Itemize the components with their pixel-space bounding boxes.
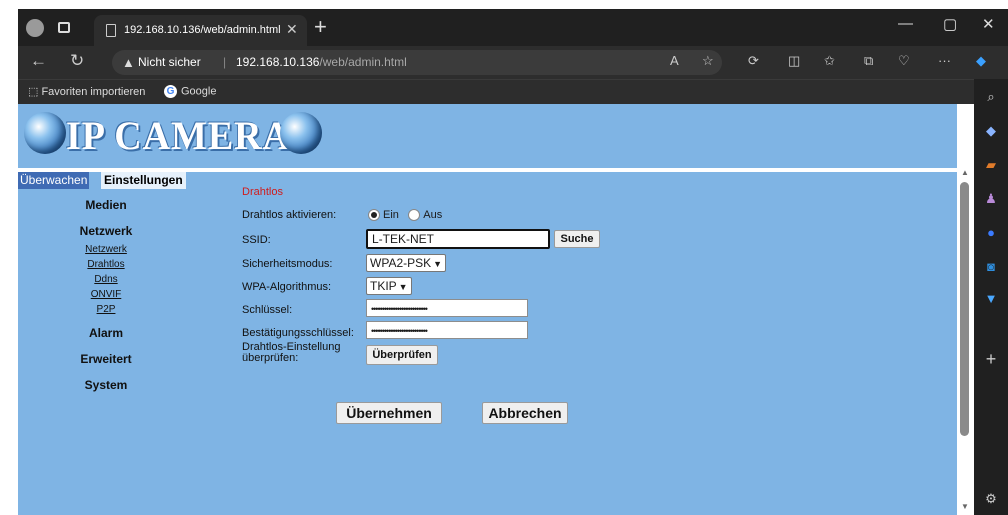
wpa-algorithm-value: TKIP — [370, 279, 397, 293]
scroll-up-icon[interactable]: ▲ — [961, 168, 969, 177]
settings-content: Drahtlos Drahtlos aktivieren: Ein Aus SS… — [194, 172, 957, 515]
subnav-netzwerk[interactable]: Netzwerk — [18, 244, 194, 255]
extensions-icon[interactable]: ⟳ — [748, 53, 759, 69]
security-mode-value: WPA2-PSK — [370, 256, 432, 270]
security-mode-label: Sicherheitsmodus: — [242, 258, 333, 270]
briefcase-icon[interactable]: ▰ — [983, 157, 999, 173]
search-icon[interactable]: ⌕ — [983, 89, 999, 105]
new-tab-icon[interactable]: + — [314, 14, 327, 40]
check-button[interactable]: Überprüfen — [366, 345, 438, 365]
tag-icon[interactable]: ◆ — [983, 123, 999, 139]
wpa-algorithm-select[interactable]: TKIP ▼ — [366, 277, 412, 295]
ssid-label: SSID: — [242, 234, 271, 246]
nav-netzwerk[interactable]: Netzwerk — [18, 224, 194, 238]
nav-system[interactable]: System — [18, 378, 194, 392]
nav-medien[interactable]: Medien — [18, 198, 194, 212]
confirm-key-label: Bestätigungsschlüssel: — [242, 327, 354, 339]
add-icon[interactable]: + — [983, 350, 999, 368]
logo-text: IP CAMERA — [66, 113, 291, 158]
games-icon[interactable]: ● — [983, 225, 999, 241]
key-input[interactable]: •••••••••••••••••••••••••• — [366, 299, 528, 317]
scroll-thumb[interactable] — [960, 182, 969, 436]
globe-icon — [24, 112, 66, 154]
close-window-icon[interactable]: ✕ — [982, 15, 995, 33]
page-header: IP CAMERA — [18, 104, 957, 168]
confirm-key-input[interactable]: •••••••••••••••••••••••••• — [366, 321, 528, 339]
send-icon[interactable]: ▼ — [983, 291, 999, 307]
confirm-key-value: •••••••••••••••••••••••••• — [371, 326, 428, 336]
enable-wireless-radio-group: Ein Aus — [368, 207, 448, 221]
tab-close-icon[interactable]: ✕ — [286, 21, 298, 38]
copilot-icon[interactable]: ◆ — [976, 53, 986, 69]
warning-icon[interactable]: ▲ — [122, 55, 135, 70]
browser-tab[interactable]: 192.168.10.136/web/admin.html ✕ — [94, 15, 307, 46]
import-icon: ⬚ — [28, 86, 42, 98]
chevron-down-icon: ▼ — [398, 282, 408, 292]
security-mode-select[interactable]: WPA2-PSK ▼ — [366, 254, 447, 272]
tab-title: 192.168.10.136/web/admin.html — [124, 24, 281, 36]
google-icon: G — [164, 85, 177, 98]
apply-button[interactable]: Übernehmen — [336, 402, 442, 424]
profile-icon[interactable] — [26, 19, 44, 37]
favorite-google[interactable]: G Google — [164, 85, 216, 98]
radio-aus[interactable] — [408, 208, 421, 221]
subnav-drahtlos[interactable]: Drahtlos — [18, 259, 194, 270]
subnav-onvif[interactable]: ONVIF — [18, 289, 194, 300]
tab-actions-icon[interactable] — [58, 22, 70, 33]
enable-wireless-label: Drahtlos aktivieren: — [242, 209, 337, 221]
page-scrollbar[interactable]: ▲ ▼ — [957, 164, 974, 515]
tab-ueberwachen[interactable]: Überwachen — [18, 172, 90, 189]
check-settings-label-line2: überprüfen: — [242, 352, 299, 364]
browser-titlebar: 192.168.10.136/web/admin.html ✕ + — ▢ ✕ — [18, 9, 1008, 46]
key-label: Schlüssel: — [242, 304, 293, 316]
minimize-icon[interactable]: — — [898, 15, 913, 32]
cancel-button[interactable]: Abbrechen — [482, 402, 568, 424]
back-icon[interactable]: ← — [30, 51, 47, 71]
key-value: •••••••••••••••••••••••••• — [371, 304, 428, 314]
edge-sidebar: ⌕ ◆ ▰ ♟ ● ◙ ▼ + ⚙ — [974, 79, 1008, 515]
section-title: Drahtlos — [242, 186, 283, 198]
window-frame-left — [0, 9, 18, 515]
search-button[interactable]: Suche — [554, 230, 600, 248]
subnav-p2p[interactable]: P2P — [18, 304, 194, 315]
settings-gear-icon[interactable]: ⚙ — [983, 491, 999, 507]
url-separator: | — [223, 55, 227, 69]
maximize-icon[interactable]: ▢ — [943, 15, 957, 33]
read-aloud-icon[interactable]: A — [670, 53, 679, 68]
nav-erweitert[interactable]: Erweitert — [18, 352, 194, 366]
favorites-bar: ⬚ Favoriten importieren G Google — [18, 79, 974, 104]
window-frame-top — [0, 0, 1008, 9]
tab-einstellungen[interactable]: Einstellungen — [101, 172, 186, 189]
subnav-ddns[interactable]: Ddns — [18, 274, 194, 285]
reload-icon[interactable]: ↻ — [70, 51, 84, 71]
favorites-import[interactable]: ⬚ Favoriten importieren — [28, 85, 145, 98]
page-icon — [106, 24, 116, 37]
address-toolbar: ← ↻ ▲ Nicht sicher | 192.168.10.136/web/… — [18, 46, 1008, 79]
wpa-algorithm-label: WPA-Algorithmus: — [242, 281, 332, 293]
chevron-down-icon: ▼ — [433, 259, 443, 269]
nav-alarm[interactable]: Alarm — [18, 326, 194, 340]
outlook-icon[interactable]: ◙ — [983, 259, 999, 275]
url-text[interactable]: 192.168.10.136/web/admin.html — [236, 55, 407, 69]
left-navigation: Medien Netzwerk Netzwerk Drahtlos Ddns O… — [18, 172, 194, 515]
favorites-icon[interactable]: ✩ — [824, 53, 835, 69]
people-icon[interactable]: ♟ — [983, 191, 999, 207]
check-settings-label: Drahtlos-Einstellung überprüfen: — [242, 342, 340, 364]
radio-ein[interactable] — [368, 208, 380, 221]
security-label[interactable]: Nicht sicher — [138, 55, 201, 69]
globe-icon-right — [280, 112, 322, 154]
scroll-down-icon[interactable]: ▼ — [961, 502, 969, 511]
top-tabs: Überwachen Einstellungen — [18, 172, 194, 190]
ssid-input[interactable]: L-TEK-NET — [366, 229, 550, 249]
split-screen-icon[interactable]: ◫ — [788, 53, 800, 69]
more-icon[interactable]: ··· — [938, 53, 951, 68]
page-viewport: IP CAMERA Medien Netzwerk Netzwerk Draht… — [18, 104, 957, 515]
radio-ein-label: Ein — [383, 208, 399, 221]
collections-icon[interactable]: ⧉ — [864, 53, 873, 69]
url-bar[interactable]: ▲ Nicht sicher | 192.168.10.136/web/admi… — [112, 50, 722, 75]
health-icon[interactable]: ♡ — [898, 53, 910, 69]
radio-aus-label: Aus — [423, 208, 443, 221]
favorite-star-icon[interactable]: ☆ — [702, 53, 714, 69]
